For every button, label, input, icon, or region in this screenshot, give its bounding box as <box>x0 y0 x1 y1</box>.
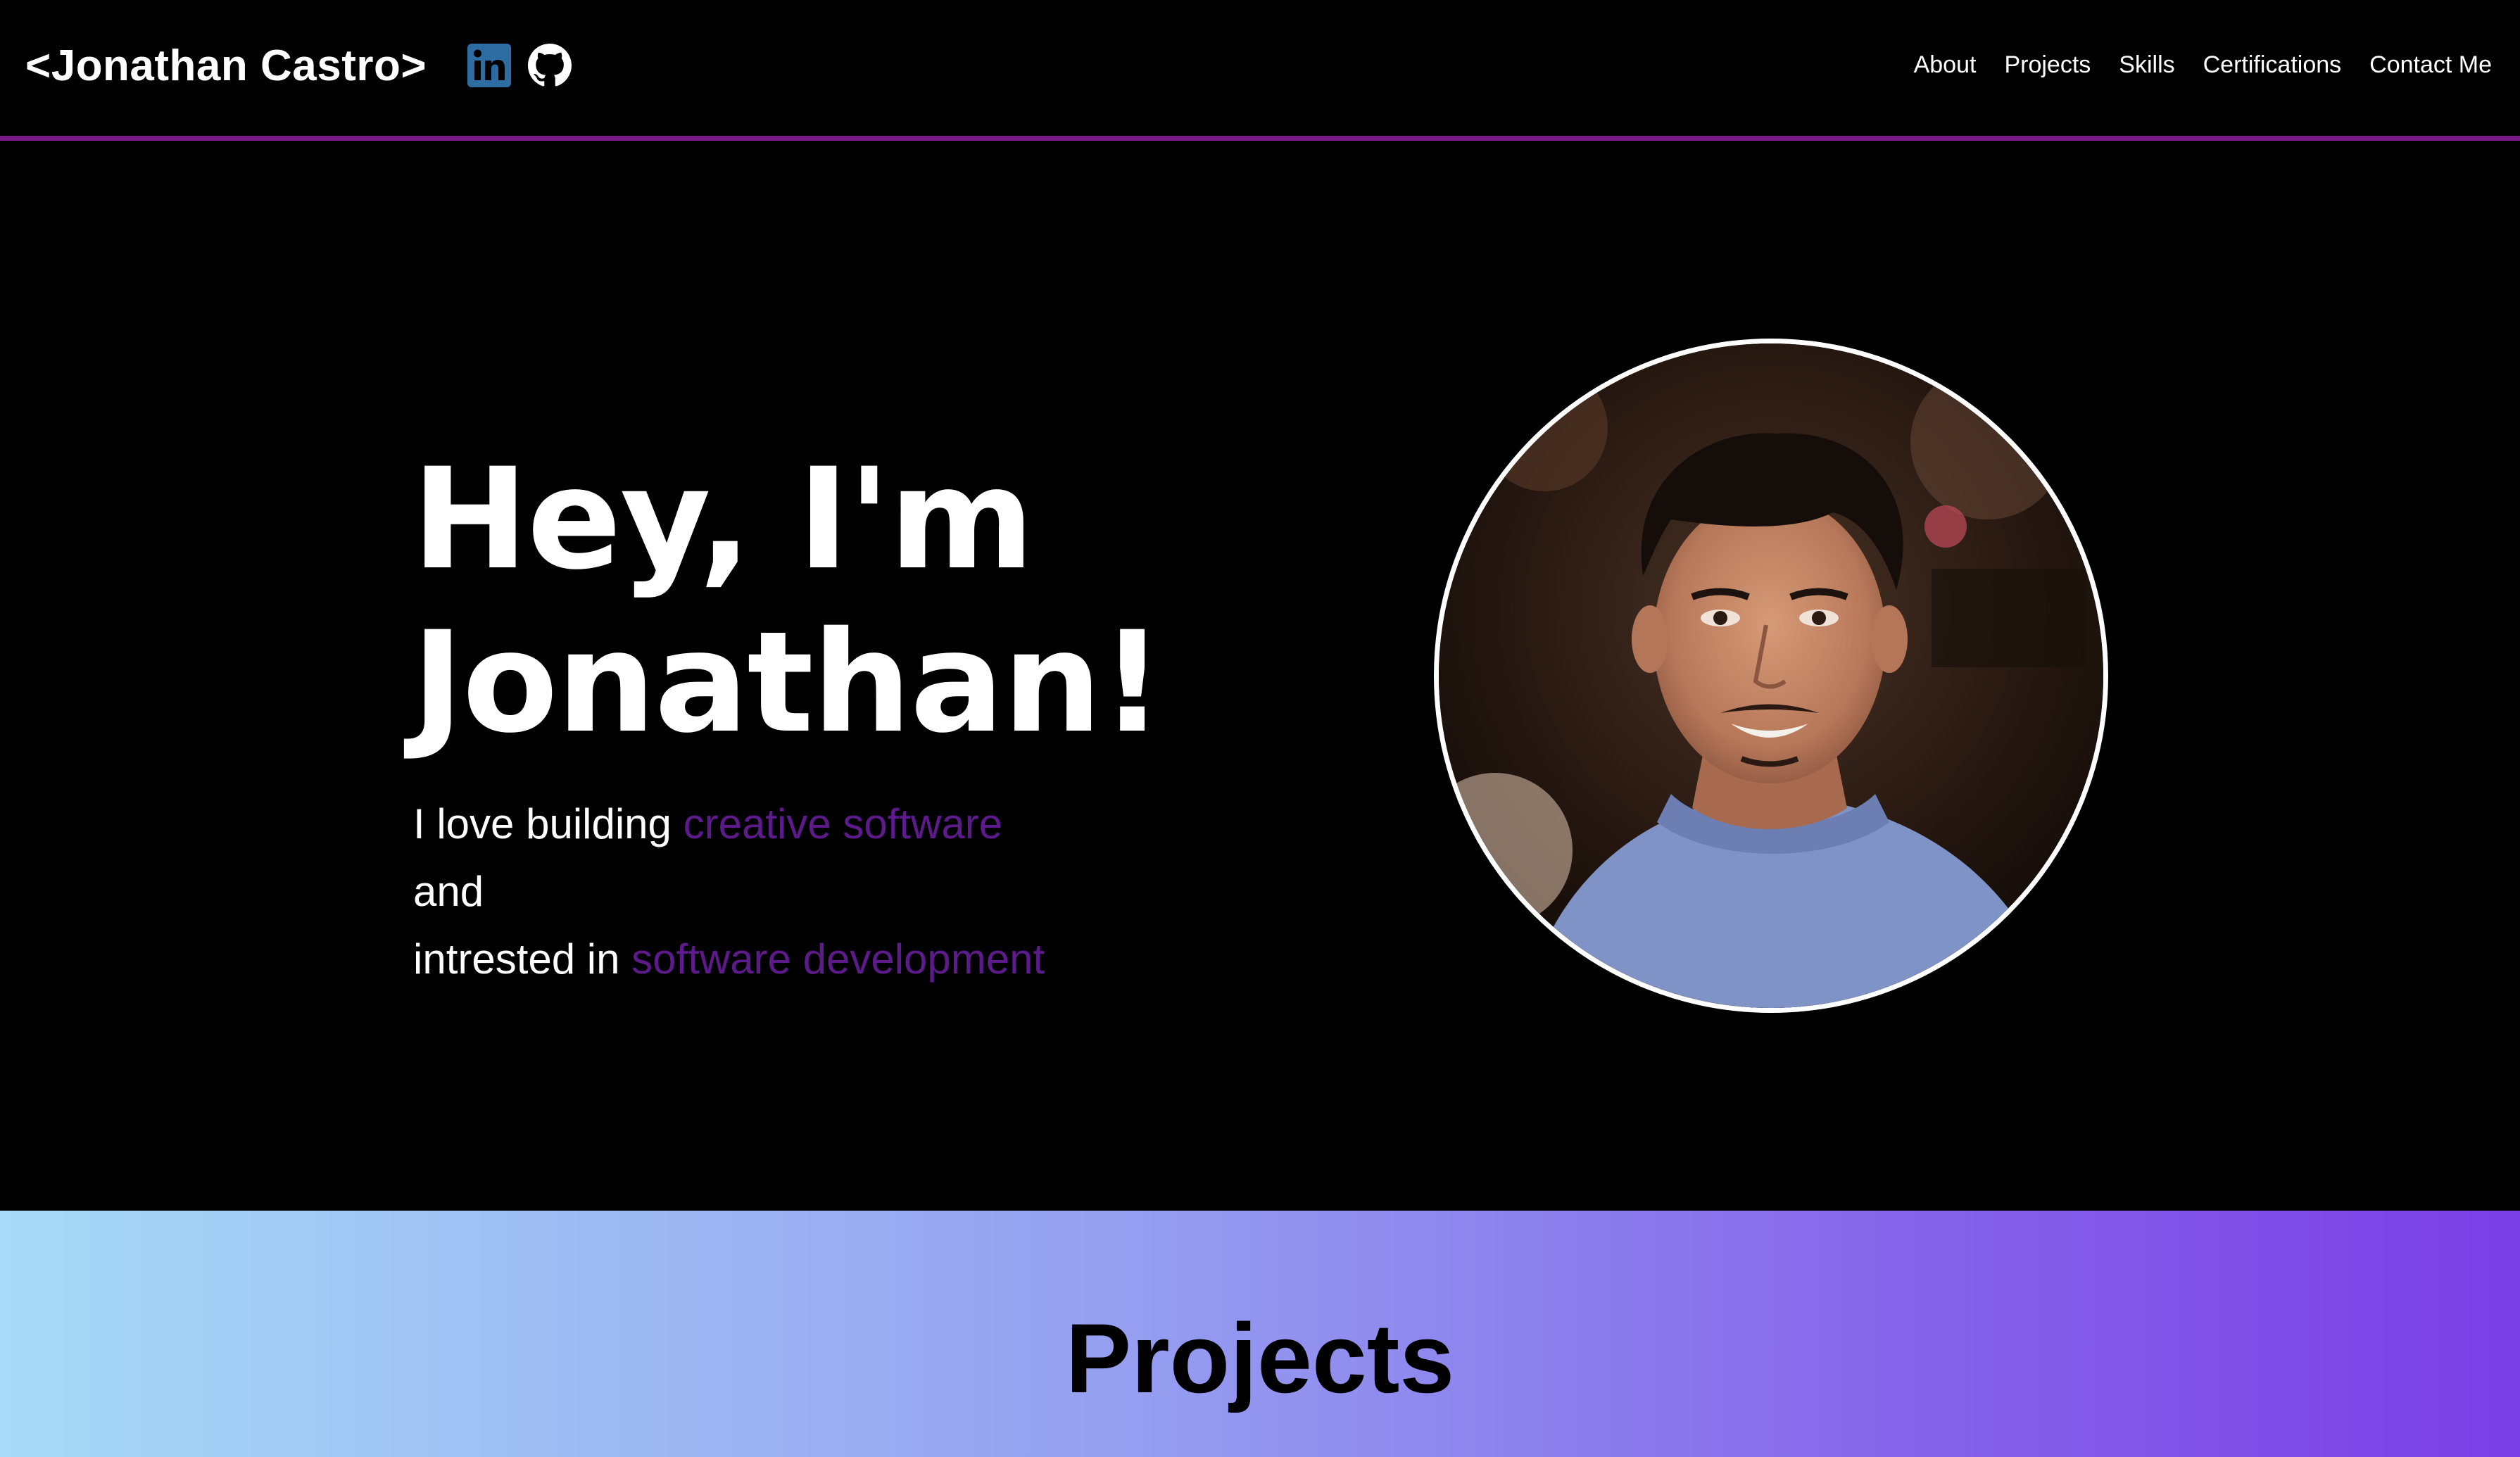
projects-heading: Projects <box>1065 1303 1455 1413</box>
github-link[interactable] <box>528 44 572 87</box>
nav-link-about[interactable]: About <box>1914 46 1977 83</box>
nav-link-certifications[interactable]: Certifications <box>2203 46 2342 83</box>
navbar: <Jonathan Castro> About Projects Skills <box>0 0 2520 141</box>
hero-title-line1: Hey, I'm <box>412 438 1034 600</box>
hero-section: Hey, I'm Jonathan! I love building creat… <box>0 146 2520 1211</box>
profile-photo <box>1434 339 2108 1013</box>
subtitle-highlight-development: software development <box>631 935 1045 983</box>
subtitle-text: intrested in <box>413 935 632 983</box>
hero-subtitle-line1: I love building creative software <box>413 790 1045 858</box>
linkedin-icon <box>467 44 511 87</box>
hero-subtitle-line2: and <box>413 868 484 915</box>
brand-title[interactable]: <Jonathan Castro> <box>25 39 427 93</box>
hero-title: Hey, I'm Jonathan! <box>412 438 1164 764</box>
social-links <box>467 44 572 87</box>
nav-link-contact[interactable]: Contact Me <box>2369 46 2492 83</box>
github-icon <box>528 44 572 87</box>
nav-menu: About Projects Skills Certifications Con… <box>1914 46 2492 83</box>
profile-photo-illustration <box>1439 343 2103 1008</box>
nav-link-skills[interactable]: Skills <box>2119 46 2174 83</box>
subtitle-text: I love building <box>413 800 683 847</box>
hero-subtitle: I love building creative software and in… <box>413 790 1045 993</box>
subtitle-highlight-creative: creative software <box>683 800 1003 847</box>
hero-title-line2: Jonathan! <box>412 601 1164 764</box>
hero-subtitle-line3: intrested in software development <box>413 926 1045 993</box>
portfolio-page: <Jonathan Castro> About Projects Skills <box>0 0 2520 1457</box>
nav-link-projects[interactable]: Projects <box>2004 46 2091 83</box>
linkedin-link[interactable] <box>467 44 511 87</box>
projects-section: Projects <box>0 1211 2520 1457</box>
